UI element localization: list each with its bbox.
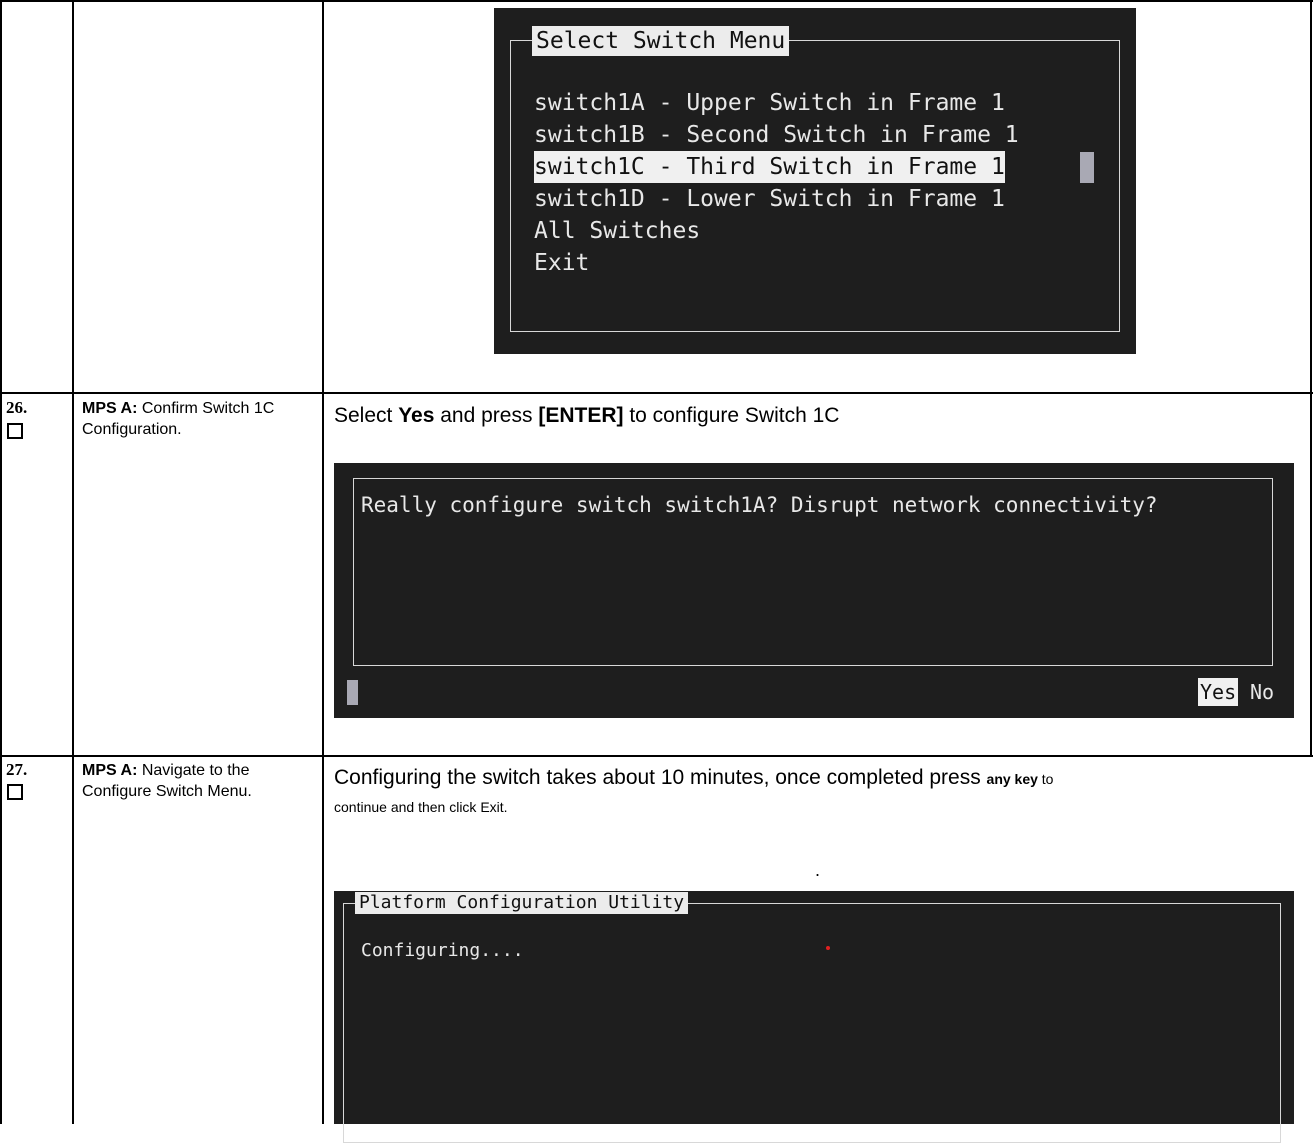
- table-divider-2: [322, 0, 324, 1124]
- row-divider-26: [0, 392, 1313, 394]
- menu-item-switch1c[interactable]: switch1C - Third Switch in Frame 1: [534, 151, 1005, 183]
- confirm-question: Really configure switch switch1A? Disrup…: [361, 493, 1158, 517]
- menu-item-switch1b[interactable]: switch1B - Second Switch in Frame 1: [534, 119, 1019, 151]
- instr-26-mid: and press: [434, 404, 539, 427]
- configuring-status: Configuring....: [361, 940, 524, 961]
- step-26-desc-bold: MPS A:: [82, 400, 138, 417]
- step-26-description: MPS A: Confirm Switch 1C Configuration.: [82, 398, 312, 440]
- stray-dot: .: [815, 860, 821, 880]
- menu-item-all-switches[interactable]: All Switches: [534, 215, 700, 247]
- select-switch-terminal: Select Switch Menu switch1A - Upper Swit…: [494, 8, 1136, 354]
- menu-title: Select Switch Menu: [532, 26, 790, 56]
- step-27-description: MPS A: Navigate to the Configure Switch …: [82, 760, 312, 802]
- table-border-left: [0, 0, 2, 1124]
- yes-button[interactable]: Yes: [1198, 678, 1239, 706]
- step-26-instruction: Select Yes and press [ENTER] to configur…: [334, 402, 839, 430]
- step-27-instruction-line1: Configuring the switch takes about 10 mi…: [334, 764, 1053, 793]
- configuring-title: Platform Configuration Utility: [355, 892, 689, 914]
- instr-26-pre: Select: [334, 404, 399, 427]
- menu-item-switch1d[interactable]: switch1D - Lower Switch in Frame 1: [534, 183, 1005, 215]
- step-27-instruction-line2: continue and then click Exit.: [334, 799, 508, 815]
- instr-27-after: to: [1037, 771, 1054, 787]
- instr-27-text: Configuring the switch takes about 10 mi…: [334, 766, 987, 789]
- table-border-right: [1310, 0, 1312, 756]
- confirm-cursor: [347, 680, 358, 705]
- menu-item-exit[interactable]: Exit: [534, 247, 589, 279]
- step-26-checkbox[interactable]: [7, 423, 23, 439]
- table-border-top: [0, 0, 1313, 2]
- confirm-terminal: Really configure switch switch1A? Disrup…: [334, 463, 1294, 718]
- step-27-desc-bold: MPS A:: [82, 762, 138, 779]
- step-number-27: 27.: [6, 760, 28, 779]
- row-divider-27: [0, 755, 1313, 757]
- configuring-terminal: Platform Configuration Utility Configuri…: [334, 891, 1294, 1143]
- red-dot: [826, 946, 830, 950]
- instr-26-yes: Yes: [398, 404, 435, 427]
- table-divider-1: [72, 0, 74, 1124]
- no-button[interactable]: No: [1250, 678, 1274, 706]
- step-27-checkbox[interactable]: [7, 784, 23, 800]
- instr-27-anykey: any key: [986, 771, 1038, 787]
- menu-item-switch1a[interactable]: switch1A - Upper Switch in Frame 1: [534, 87, 1005, 119]
- menu-cursor: [1080, 152, 1094, 183]
- instr-26-enter: [ENTER]: [538, 404, 624, 427]
- step-number-26: 26.: [6, 398, 28, 417]
- instr-26-post: to configure Switch 1C: [623, 404, 840, 427]
